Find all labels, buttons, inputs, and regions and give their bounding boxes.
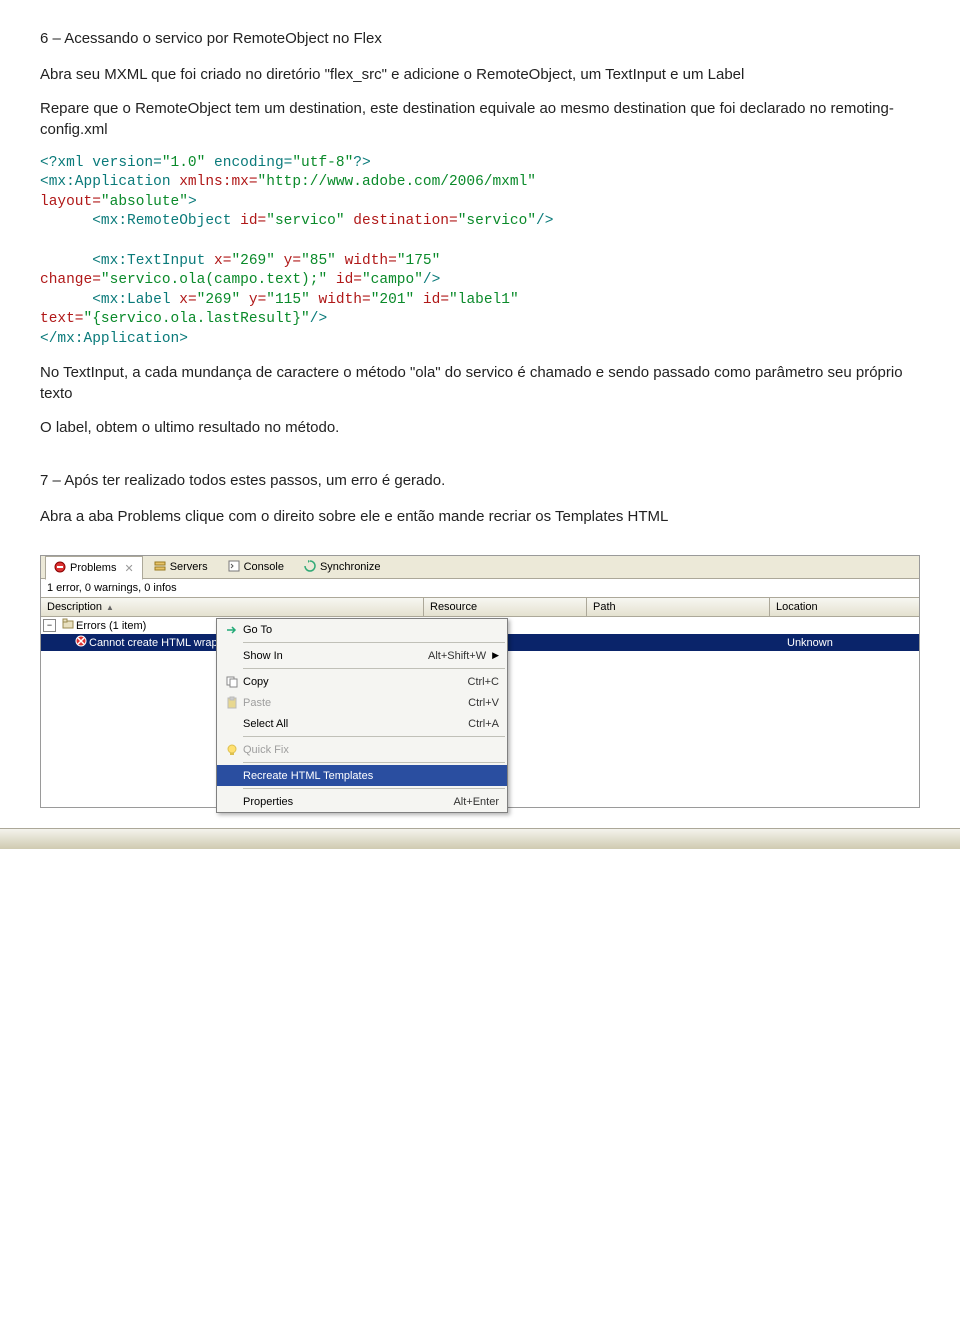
column-resource[interactable]: Resource <box>424 598 587 616</box>
tree-icon <box>62 618 74 633</box>
tab-synchronize[interactable]: Synchronize <box>295 555 390 579</box>
problems-panel: Problems ✕ Servers Console Synchronize <box>40 555 920 808</box>
menu-separator <box>243 736 505 737</box>
problems-summary: 1 error, 0 warnings, 0 infos <box>41 579 919 598</box>
context-menu: Go To Show In Alt+Shift+W ▶ Copy Ctrl+C <box>216 618 508 813</box>
servers-icon <box>154 560 166 575</box>
doc-paragraph: No TextInput, a cada mundança de caracte… <box>40 363 920 404</box>
doc-paragraph: Abra seu MXML que foi criado no diretóri… <box>40 65 920 85</box>
error-icon <box>54 561 66 576</box>
mxml-code-block: <?xml version="1.0" encoding="utf-8"?> <… <box>40 154 920 350</box>
menu-recreate-html-templates[interactable]: Recreate HTML Templates <box>217 765 507 786</box>
tab-console[interactable]: Console <box>219 555 293 579</box>
goto-icon <box>221 623 243 637</box>
menu-separator <box>243 788 505 789</box>
menu-separator <box>243 668 505 669</box>
error-location: Unknown <box>781 637 919 649</box>
tab-label: Synchronize <box>320 561 381 573</box>
section-6-title: 6 – Acessando o servico por RemoteObject… <box>40 30 920 47</box>
section-7-title: 7 – Após ter realizado todos estes passo… <box>40 472 920 489</box>
os-taskbar <box>0 828 960 849</box>
doc-paragraph: O label, obtem o ultimo resultado no mét… <box>40 418 920 438</box>
column-path[interactable]: Path <box>587 598 770 616</box>
copy-icon <box>221 675 243 689</box>
tab-label: Servers <box>170 561 208 573</box>
tab-servers[interactable]: Servers <box>145 555 217 579</box>
menu-show-in[interactable]: Show In Alt+Shift+W ▶ <box>217 645 507 666</box>
close-tab-icon[interactable]: ✕ <box>120 562 133 575</box>
tab-problems[interactable]: Problems ✕ <box>45 556 143 580</box>
menu-separator <box>243 642 505 643</box>
lightbulb-icon <box>221 743 243 757</box>
console-icon <box>228 560 240 575</box>
menu-separator <box>243 762 505 763</box>
doc-paragraph: Abra a aba Problems clique com o direito… <box>40 507 920 527</box>
menu-paste: Paste Ctrl+V <box>217 692 507 713</box>
tab-label: Console <box>244 561 284 573</box>
error-icon <box>75 635 87 650</box>
menu-go-to[interactable]: Go To <box>217 619 507 640</box>
doc-paragraph: Repare que o RemoteObject tem um destina… <box>40 99 920 140</box>
group-label: Errors (1 item) <box>76 620 146 632</box>
collapse-icon[interactable]: − <box>43 619 56 632</box>
column-headers: Description ▲ Resource Path Location <box>41 598 919 617</box>
paste-icon <box>221 696 243 710</box>
submenu-arrow-icon: ▶ <box>486 650 499 661</box>
sort-asc-icon: ▲ <box>106 603 114 612</box>
column-description[interactable]: Description ▲ <box>41 598 424 616</box>
sync-icon <box>304 560 316 575</box>
tab-label: Problems <box>70 562 116 574</box>
view-tabs: Problems ✕ Servers Console Synchronize <box>41 556 919 579</box>
menu-properties[interactable]: Properties Alt+Enter <box>217 791 507 812</box>
menu-select-all[interactable]: Select All Ctrl+A <box>217 713 507 734</box>
menu-copy[interactable]: Copy Ctrl+C <box>217 671 507 692</box>
menu-quick-fix: Quick Fix <box>217 739 507 760</box>
column-location[interactable]: Location <box>770 598 919 616</box>
